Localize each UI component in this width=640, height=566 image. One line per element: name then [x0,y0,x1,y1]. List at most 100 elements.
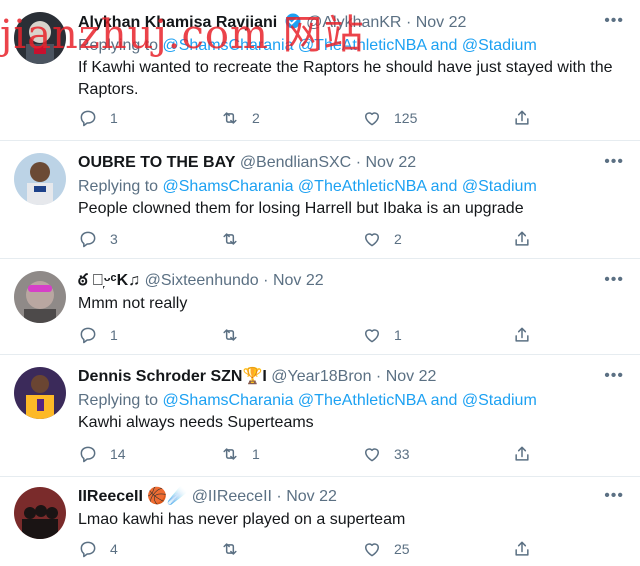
reply-count: 4 [110,541,118,557]
reply-button[interactable]: 1 [78,325,118,345]
share-button[interactable] [512,325,532,345]
avatar[interactable] [14,367,66,419]
retweet-icon [220,108,240,128]
separator-dot: · [276,488,282,505]
share-button[interactable] [512,229,532,249]
like-icon [362,108,382,128]
replying-to-label: Replying to [78,37,159,54]
avatar[interactable] [14,12,66,64]
mention-and: and [430,392,458,409]
share-icon [512,539,532,559]
tweet-header: ఠ ᑐ᷊ᵕᶜK♫ @Sixteenhundo · Nov 22 [78,271,600,291]
timestamp[interactable]: Nov 22 [365,154,416,171]
reply-icon [78,444,98,464]
display-name[interactable]: IIReeceII [78,488,143,505]
name-emojis: 🏀☄️ [147,488,188,505]
reply-button[interactable]: 1 [78,108,118,128]
timestamp[interactable]: Nov 22 [273,272,324,289]
display-name[interactable]: Alykhan Khamisa Ravjiani [78,14,277,31]
mention-link[interactable]: @TheAthleticNBA [298,178,426,195]
reply-button[interactable]: 3 [78,229,118,249]
like-button[interactable]: 25 [362,539,410,559]
like-button[interactable]: 2 [362,229,402,249]
handle[interactable]: @Sixteenhundo [145,272,259,289]
retweet-count: 1 [252,446,260,462]
separator-dot: · [375,368,382,385]
handle[interactable]: @IIReeceII [192,488,272,505]
reply-button[interactable]: 14 [78,444,126,464]
reply-count: 14 [110,446,126,462]
tweet[interactable]: Alykhan Khamisa Ravjiani @AlykhanKR · No… [0,0,640,141]
tweet[interactable]: OUBRE TO THE BAY @BendlianSXC · Nov 22 •… [0,141,640,259]
mention-link[interactable]: @TheAthleticNBA [298,392,426,409]
more-icon[interactable]: ••• [604,367,624,385]
share-button[interactable] [512,108,532,128]
action-bar: 14 1 33 [78,444,548,466]
avatar[interactable] [14,271,66,323]
mention-and: and [430,37,458,54]
avatar[interactable] [14,153,66,205]
retweet-button[interactable]: 1 [220,444,260,464]
replying-to: Replying to @ShamsCharania @TheAthleticN… [78,177,537,197]
display-name[interactable]: OUBRE TO THE BAY [78,154,235,171]
share-button[interactable] [512,444,532,464]
like-icon [362,325,382,345]
mention-link[interactable]: @Stadium [462,37,537,54]
reply-count: 1 [110,110,118,126]
retweet-button[interactable]: 2 [220,108,260,128]
display-name[interactable]: ఠ ᑐ᷊ᵕᶜK♫ [78,272,140,289]
tweet-text: If Kawhi wanted to recreate the Raptors … [78,59,613,98]
retweet-button[interactable] [220,539,252,559]
like-button[interactable]: 125 [362,108,417,128]
mention-link[interactable]: @ShamsCharania [163,178,294,195]
like-icon [362,229,382,249]
tweet-header: OUBRE TO THE BAY @BendlianSXC · Nov 22 [78,153,600,173]
mention-link[interactable]: @Stadium [462,178,537,195]
like-count: 1 [394,327,402,343]
avatar[interactable] [14,487,66,539]
tweet[interactable]: IIReeceII 🏀☄️ @IIReeceII · Nov 22 ••• Lm… [0,477,640,566]
reply-count: 1 [110,327,118,343]
display-name[interactable]: Dennis Schroder SZN🏆I [78,368,267,385]
action-bar: 3 2 [78,229,548,251]
share-button[interactable] [512,539,532,559]
retweet-icon [220,229,240,249]
more-icon[interactable]: ••• [604,271,624,289]
tweet-header: Alykhan Khamisa Ravjiani @AlykhanKR · No… [78,12,600,36]
more-icon[interactable]: ••• [604,12,624,30]
retweet-button[interactable] [220,325,252,345]
more-icon[interactable]: ••• [604,487,624,505]
mention-link[interactable]: @ShamsCharania [163,37,294,54]
like-button[interactable]: 1 [362,325,402,345]
retweet-button[interactable] [220,229,252,249]
handle[interactable]: @Year18Bron [271,368,371,385]
verified-badge-icon [284,12,302,36]
tweet[interactable]: Dennis Schroder SZN🏆I @Year18Bron · Nov … [0,355,640,477]
share-icon [512,325,532,345]
replying-to: Replying to @ShamsCharania @TheAthleticN… [78,36,537,56]
action-bar: 1 2 125 [78,108,548,130]
timestamp[interactable]: Nov 22 [416,14,467,31]
handle[interactable]: @AlykhanKR [306,14,401,31]
more-icon[interactable]: ••• [604,153,624,171]
action-bar: 4 25 [78,539,548,561]
tweet[interactable]: ఠ ᑐ᷊ᵕᶜK♫ @Sixteenhundo · Nov 22 ••• Mmm … [0,259,640,355]
mention-link[interactable]: @Stadium [462,392,537,409]
separator-dot: · [355,154,362,171]
handle[interactable]: @BendlianSXC [240,154,351,171]
like-count: 125 [394,110,418,126]
reply-icon [78,229,98,249]
mention-link[interactable]: @ShamsCharania [163,392,294,409]
separator-dot: · [405,14,412,31]
mention-link[interactable]: @TheAthleticNBA [298,37,426,54]
timestamp[interactable]: Nov 22 [386,368,437,385]
like-button[interactable]: 33 [362,444,410,464]
reply-icon [78,539,98,559]
like-icon [362,444,382,464]
like-count: 2 [394,231,402,247]
timestamp[interactable]: Nov 22 [286,488,337,505]
replying-to-label: Replying to [78,178,159,195]
retweet-icon [220,325,240,345]
tweet-text: People clowned them for losing Harrell b… [78,200,524,217]
reply-button[interactable]: 4 [78,539,118,559]
